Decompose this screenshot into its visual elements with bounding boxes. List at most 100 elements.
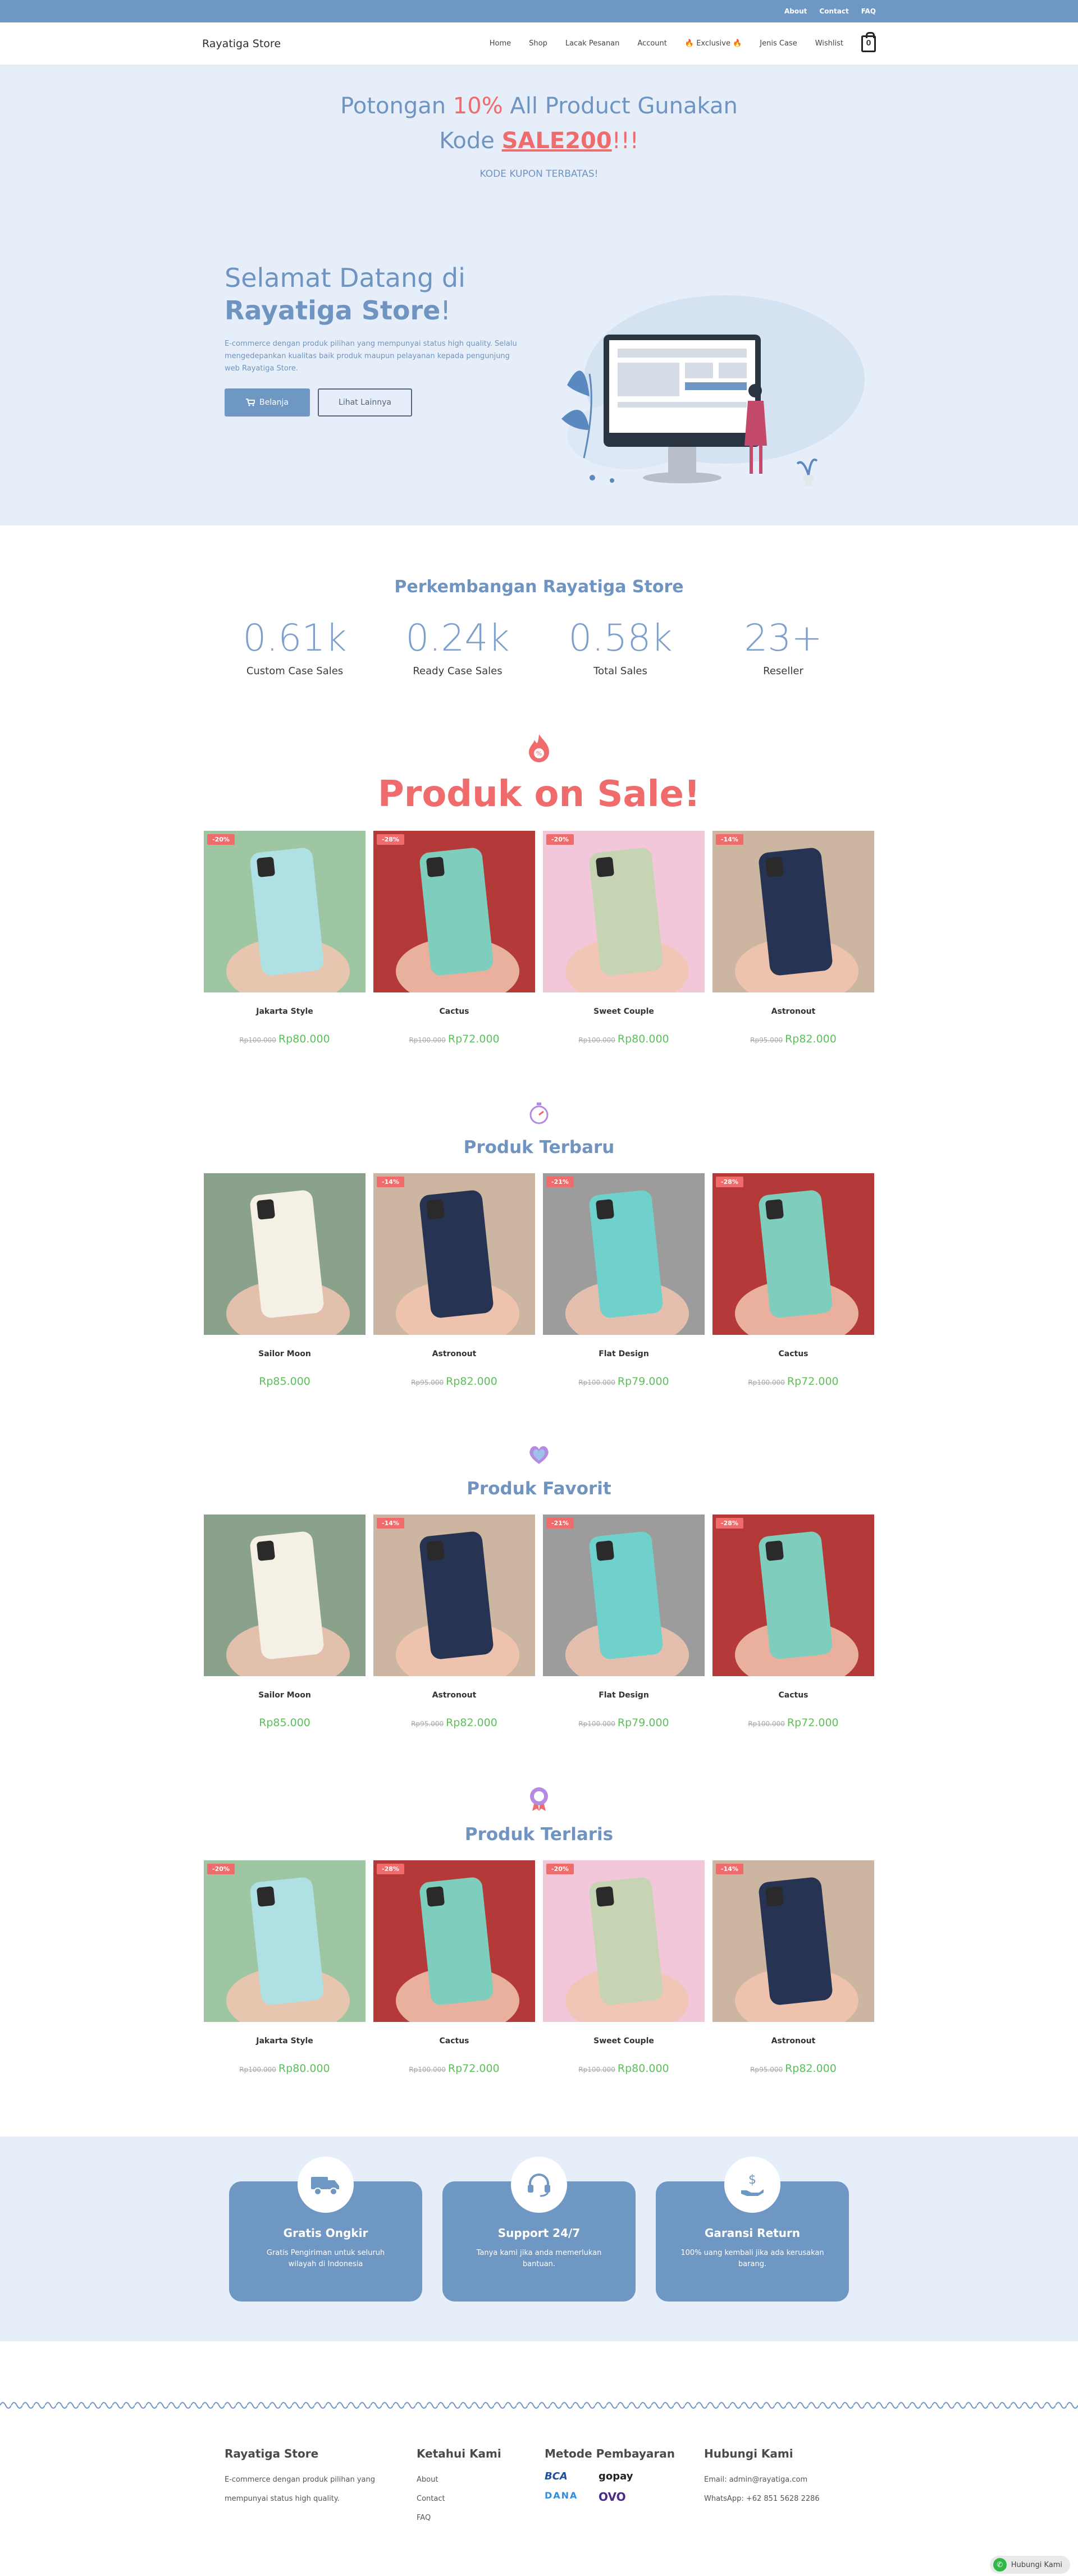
promo-text: All Product Gunakan (503, 93, 738, 119)
discount-badge: -20% (546, 1864, 574, 1874)
product-image[interactable]: -21% (543, 1515, 705, 1676)
product-card[interactable]: -28% Cactus Rp100.000 Rp72.000 (712, 1515, 874, 1729)
section-title: Produk Favorit (467, 1479, 611, 1499)
sale-price: Rp79.000 (617, 1375, 669, 1388)
product-image[interactable]: -28% (373, 831, 535, 992)
product-card[interactable]: -14% Astronout Rp95.000 Rp82.000 (373, 1173, 535, 1388)
hero-buttons: Belanja Lihat Lainnya (225, 388, 539, 417)
feature-card-return: $ Garansi Return 100% uang kembali jika … (656, 2157, 849, 2302)
product-name[interactable]: Sweet Couple (543, 2037, 705, 2046)
nav-item-exclusive[interactable]: 🔥 Exclusive 🔥 (685, 39, 742, 48)
product-card[interactable]: -20% Sweet Couple Rp100.000 Rp80.000 (543, 831, 705, 1045)
product-name[interactable]: Cactus (373, 2037, 535, 2046)
see-more-button[interactable]: Lihat Lainnya (318, 388, 412, 417)
product-card[interactable]: -21% Flat Design Rp100.000 Rp79.000 (543, 1173, 705, 1388)
stat-reseller: 23+ Reseller (710, 616, 856, 677)
product-image[interactable]: -28% (373, 1860, 535, 2022)
phone-case-illustration (735, 1190, 858, 1335)
stat-label: Reseller (763, 665, 803, 677)
headset-icon (511, 2157, 567, 2213)
nav-item-wishlist[interactable]: Wishlist (815, 39, 843, 48)
product-name[interactable]: Jakarta Style (204, 1007, 366, 1016)
footer-email[interactable]: Email: admin@rayatiga.com (704, 2470, 820, 2490)
product-card[interactable]: -20% Jakarta Style Rp100.000 Rp80.000 (204, 1860, 366, 2075)
nav-item-account[interactable]: Account (637, 39, 667, 48)
product-card[interactable]: -20% Jakarta Style Rp100.000 Rp80.000 (204, 831, 366, 1045)
product-name[interactable]: Sweet Couple (543, 1007, 705, 1016)
product-card[interactable]: -20% Sweet Couple Rp100.000 Rp80.000 (543, 1860, 705, 2075)
feature-description: Tanya kami jika anda memerlukan bantuan. (476, 2249, 602, 2268)
product-name[interactable]: Astronout (373, 1691, 535, 1700)
stat-value: 0.24k (405, 616, 510, 660)
product-image[interactable]: -28% (712, 1515, 874, 1676)
product-card[interactable]: Sailor Moon Rp85.000 (204, 1515, 366, 1729)
product-name[interactable]: Jakarta Style (204, 2037, 366, 2046)
nav-item-home[interactable]: Home (490, 39, 511, 48)
product-image[interactable]: -20% (204, 831, 366, 992)
product-image[interactable]: -14% (373, 1173, 535, 1335)
top-link-faq[interactable]: FAQ (861, 7, 876, 15)
stat-total-sales: 0.58k Total Sales (547, 616, 693, 677)
section-title: Produk Terlaris (464, 1824, 614, 1845)
phone-case-illustration (226, 1877, 350, 2022)
shop-button[interactable]: Belanja (225, 388, 310, 417)
product-image[interactable]: -14% (373, 1515, 535, 1676)
promo-banner: Potongan 10% All Product Gunakan Kode SA… (0, 65, 1078, 180)
product-card[interactable]: -14% Astronout Rp95.000 Rp82.000 (373, 1515, 535, 1729)
product-name[interactable]: Astronout (373, 1349, 535, 1358)
nav-item-track-order[interactable]: Lacak Pesanan (565, 39, 620, 48)
product-image[interactable] (204, 1173, 366, 1335)
bestseller-products-section: Produk Terlaris -20% Jakarta Style Rp100.0… (0, 1785, 1078, 2075)
product-image[interactable]: -20% (543, 1860, 705, 2022)
product-image[interactable]: -20% (204, 1860, 366, 2022)
product-name[interactable]: Cactus (712, 1691, 874, 1700)
phone-case-illustration (735, 1531, 858, 1676)
top-link-contact[interactable]: Contact (819, 7, 848, 15)
product-name[interactable]: Sailor Moon (204, 1349, 366, 1358)
product-name[interactable]: Flat Design (543, 1691, 705, 1700)
product-image[interactable]: -14% (712, 1860, 874, 2022)
stats-title: Perkembangan Rayatiga Store (394, 577, 684, 597)
top-bar: About Contact FAQ (0, 0, 1078, 22)
footer-whatsapp[interactable]: WhatsApp: +62 851 5628 2286 (704, 2490, 820, 2509)
product-card[interactable]: -28% Cactus Rp100.000 Rp72.000 (373, 831, 535, 1045)
phone-case-illustration (226, 848, 350, 992)
product-image[interactable]: -28% (712, 1173, 874, 1335)
product-name[interactable]: Cactus (712, 1349, 874, 1358)
product-image[interactable]: -21% (543, 1173, 705, 1335)
promo-percent: 10% (453, 93, 503, 119)
cart-icon[interactable]: 0 (861, 31, 876, 52)
cart-icon (245, 399, 255, 406)
site-brand[interactable]: Rayatiga Store (202, 38, 281, 50)
product-image[interactable] (204, 1515, 366, 1676)
stopwatch-icon (529, 1102, 549, 1124)
nav-item-case-types[interactable]: Jenis Case (760, 39, 797, 48)
product-card[interactable]: -28% Cactus Rp100.000 Rp72.000 (373, 1860, 535, 2075)
product-name[interactable]: Astronout (712, 1007, 874, 1016)
product-name[interactable]: Cactus (373, 1007, 535, 1016)
footer-link-about[interactable]: About (417, 2470, 545, 2490)
footer-link-faq[interactable]: FAQ (417, 2509, 545, 2528)
nav-item-shop[interactable]: Shop (529, 39, 547, 48)
sale-price: Rp80.000 (617, 1033, 669, 1045)
new-products-section: Produk Terbaru Sailor Moon Rp85.000 -14% As… (0, 1101, 1078, 1388)
original-price: Rp100.000 (578, 1720, 615, 1728)
product-price: Rp100.000 Rp72.000 (712, 1375, 874, 1388)
product-card[interactable]: Sailor Moon Rp85.000 (204, 1173, 366, 1388)
product-card[interactable]: -14% Astronout Rp95.000 Rp82.000 (712, 1860, 874, 2075)
product-card[interactable]: -28% Cactus Rp100.000 Rp72.000 (712, 1173, 874, 1388)
product-image[interactable]: -14% (712, 831, 874, 992)
shop-button-label: Belanja (259, 398, 289, 407)
product-name[interactable]: Astronout (712, 2037, 874, 2046)
footer-link-contact[interactable]: Contact (417, 2490, 545, 2509)
product-name[interactable]: Flat Design (543, 1349, 705, 1358)
stat-ready-case: 0.24k Ready Case Sales (385, 616, 531, 677)
product-price: Rp100.000 Rp72.000 (373, 2062, 535, 2075)
top-link-about[interactable]: About (784, 7, 807, 15)
chat-whatsapp-button[interactable]: ✆ Hubungi Kami (989, 2556, 1070, 2574)
product-card[interactable]: -21% Flat Design Rp100.000 Rp79.000 (543, 1515, 705, 1729)
product-card[interactable]: -14% Astronout Rp95.000 Rp82.000 (712, 831, 874, 1045)
product-name[interactable]: Sailor Moon (204, 1691, 366, 1700)
product-image[interactable]: -20% (543, 831, 705, 992)
phone-case-illustration (226, 1190, 350, 1335)
